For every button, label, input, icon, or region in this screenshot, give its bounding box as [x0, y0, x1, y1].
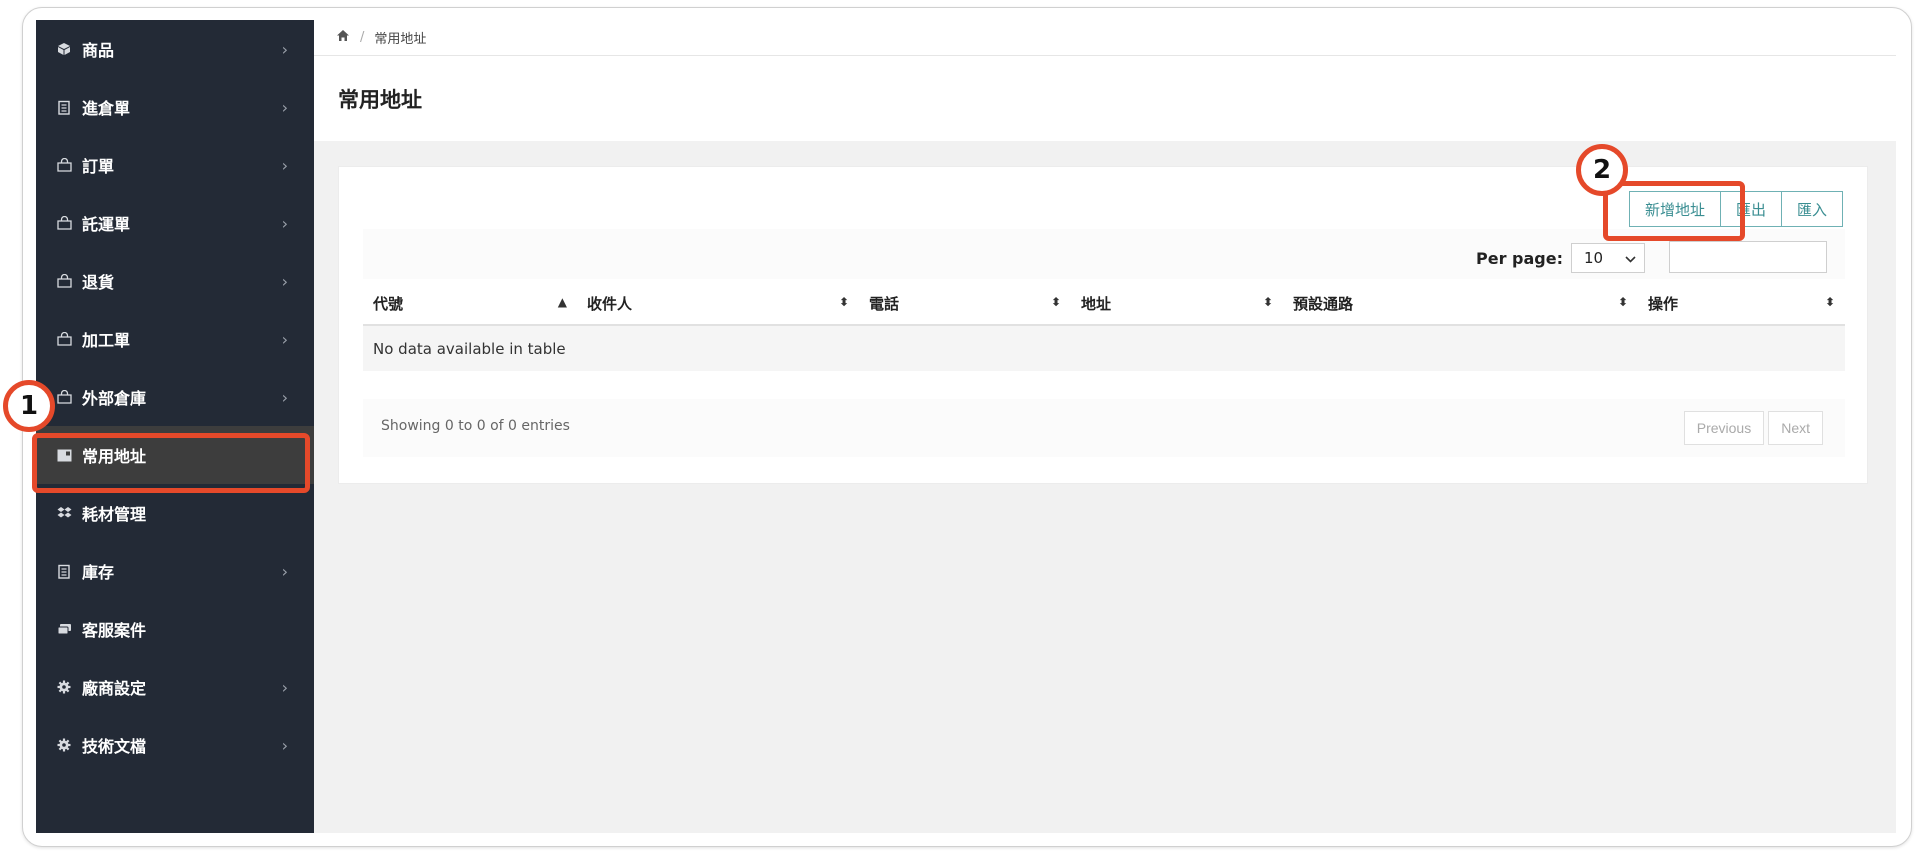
- box-icon: [56, 41, 72, 57]
- chevron-down-icon: [1625, 249, 1636, 267]
- gear-icon: [56, 679, 72, 695]
- page-header: 常用地址: [314, 56, 1896, 141]
- address-table: 代號 ▲ 收件人 ⬍ 電話 ⬍ 地址 ⬍ 預設通路 ⬍ 操作 ⬍ No data avail…: [363, 283, 1845, 371]
- page-title: 常用地址: [338, 87, 422, 112]
- sidebar-item-label: 技術文檔: [82, 737, 147, 756]
- sidebar-item-label: 廠商設定: [82, 679, 147, 698]
- highlight-box-step2: [1603, 181, 1745, 241]
- sort-asc-icon: ▲: [557, 295, 567, 309]
- table-footer: Showing 0 to 0 of 0 entries Previous Nex…: [363, 399, 1845, 457]
- gear-icon: [56, 737, 72, 753]
- search-input[interactable]: [1669, 241, 1827, 273]
- sidebar-item-inventory[interactable]: 庫存 ›: [36, 542, 314, 600]
- step-marker-1: 1: [3, 380, 55, 432]
- chevron-right-icon: ›: [281, 39, 288, 59]
- column-header-code[interactable]: 代號 ▲: [363, 283, 577, 326]
- previous-page-button[interactable]: Previous: [1683, 411, 1765, 445]
- sidebar-item-label: 加工單: [82, 331, 131, 350]
- app-container: 商品 › 進倉單 › 訂單 › 託運單 › 退貨 › 加工單 › 外部倉庫 › …: [36, 20, 1896, 833]
- table-header-row: 代號 ▲ 收件人 ⬍ 電話 ⬍ 地址 ⬍ 預設通路 ⬍ 操作 ⬍: [363, 283, 1845, 326]
- sidebar-item-label: 客服案件: [82, 621, 147, 640]
- per-page-value: 10: [1584, 249, 1604, 267]
- breadcrumb-separator: /: [360, 30, 365, 45]
- empty-table-message: No data available in table: [363, 325, 1845, 371]
- clipboard-icon: [56, 563, 72, 579]
- highlight-box-step1: [32, 433, 310, 493]
- sidebar-item-external-warehouse[interactable]: 外部倉庫 ›: [36, 368, 314, 426]
- sidebar-item-customer-service[interactable]: 客服案件: [36, 600, 314, 658]
- table-row: No data available in table: [363, 325, 1845, 371]
- per-page-label: Per page:: [1476, 248, 1563, 268]
- sidebar-item-consignment[interactable]: 託運單 ›: [36, 194, 314, 252]
- column-header-actions[interactable]: 操作 ⬍: [1638, 283, 1845, 326]
- sidebar-item-label: 商品: [82, 41, 115, 60]
- comments-icon: [56, 621, 72, 637]
- chevron-right-icon: ›: [281, 213, 288, 233]
- sort-icon: ⬍: [1617, 295, 1628, 309]
- sidebar-item-inbound[interactable]: 進倉單 ›: [36, 78, 314, 136]
- sidebar-item-label: 退貨: [82, 273, 115, 292]
- chevron-right-icon: ›: [281, 97, 288, 117]
- sort-icon: ⬍: [1824, 295, 1835, 309]
- sidebar-item-orders[interactable]: 訂單 ›: [36, 136, 314, 194]
- import-button[interactable]: 匯入: [1780, 191, 1843, 227]
- main-content: / 常用地址 常用地址 新增地址 匯出 匯入 Per page: 10 代號 ▲…: [314, 20, 1896, 833]
- sidebar-item-label: 託運單: [82, 215, 131, 234]
- dropbox-icon: [56, 505, 72, 521]
- sidebar-item-label: 外部倉庫: [82, 389, 147, 408]
- chevron-right-icon: ›: [281, 271, 288, 291]
- sidebar-item-vendor-settings[interactable]: 廠商設定 ›: [36, 658, 314, 716]
- home-icon[interactable]: [336, 29, 350, 46]
- breadcrumb: / 常用地址: [314, 20, 1896, 56]
- sidebar-item-label: 進倉單: [82, 99, 131, 118]
- next-page-button[interactable]: Next: [1768, 411, 1823, 445]
- shopping-bag-icon: [56, 273, 72, 289]
- chevron-right-icon: ›: [281, 387, 288, 407]
- entries-info: Showing 0 to 0 of 0 entries: [381, 418, 570, 434]
- breadcrumb-current: 常用地址: [374, 32, 427, 47]
- chevron-right-icon: ›: [281, 677, 288, 697]
- shopping-bag-icon: [56, 157, 72, 173]
- sort-icon: ⬍: [1262, 295, 1273, 309]
- chevron-right-icon: ›: [281, 561, 288, 581]
- column-header-recipient[interactable]: 收件人 ⬍: [577, 283, 859, 326]
- sidebar-item-label: 庫存: [82, 563, 115, 582]
- pagination: Previous Next: [1680, 411, 1823, 445]
- chevron-right-icon: ›: [281, 329, 288, 349]
- sidebar-item-returns[interactable]: 退貨 ›: [36, 252, 314, 310]
- chevron-right-icon: ›: [281, 155, 288, 175]
- column-header-default-channel[interactable]: 預設通路 ⬍: [1283, 283, 1638, 326]
- sidebar-item-products[interactable]: 商品 ›: [36, 20, 314, 78]
- per-page-select[interactable]: 10: [1571, 243, 1645, 273]
- sidebar-item-tech-docs[interactable]: 技術文檔 ›: [36, 716, 314, 774]
- sidebar-item-processing[interactable]: 加工單 ›: [36, 310, 314, 368]
- step-marker-2: 2: [1576, 144, 1628, 196]
- shopping-bag-icon: [56, 389, 72, 405]
- clipboard-icon: [56, 99, 72, 115]
- sort-icon: ⬍: [1050, 295, 1061, 309]
- sort-icon: ⬍: [838, 295, 849, 309]
- sidebar: 商品 › 進倉單 › 訂單 › 託運單 › 退貨 › 加工單 › 外部倉庫 › …: [36, 20, 314, 833]
- column-header-phone[interactable]: 電話 ⬍: [859, 283, 1071, 326]
- column-header-address[interactable]: 地址 ⬍: [1071, 283, 1283, 326]
- sidebar-item-label: 耗材管理: [82, 505, 147, 524]
- chevron-right-icon: ›: [281, 735, 288, 755]
- shopping-bag-icon: [56, 215, 72, 231]
- sidebar-item-label: 訂單: [82, 157, 115, 176]
- shopping-bag-icon: [56, 331, 72, 347]
- per-page-control: Per page: 10: [1476, 243, 1645, 273]
